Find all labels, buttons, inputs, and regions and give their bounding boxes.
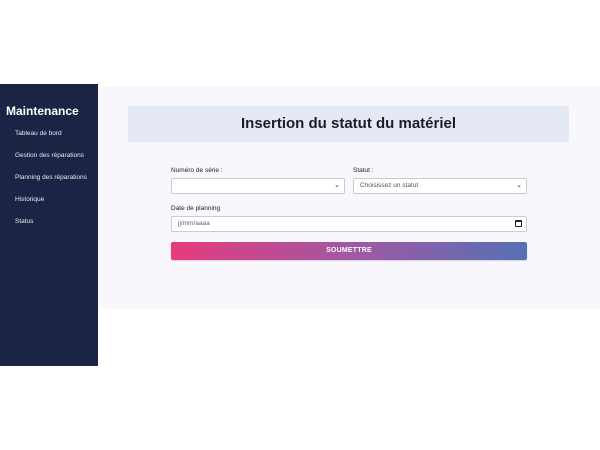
main-content: Insertion du statut du matériel Numéro d… <box>98 87 600 309</box>
page-title: Insertion du statut du matériel <box>240 115 457 132</box>
planning-date-placeholder: jj/mm/aaaa <box>178 220 210 227</box>
planning-date-label: Date de planning <box>171 205 221 212</box>
sidebar: Maintenance Tableau de bord Gestion des … <box>0 84 98 366</box>
serial-number-label: Numéro de série : <box>171 167 223 174</box>
chevron-down-icon: ⌄ <box>516 182 522 189</box>
sidebar-item-gestion-reparations[interactable]: Gestion des réparations <box>15 152 87 174</box>
sidebar-title: Maintenance <box>6 104 79 118</box>
status-select[interactable]: Choisissez un statut ⌄ <box>353 178 527 194</box>
status-select-value: Choisissez un statut <box>360 182 419 189</box>
sidebar-nav: Tableau de bord Gestion des réparations … <box>15 130 87 240</box>
chevron-down-icon: ⌄ <box>334 182 340 189</box>
submit-button[interactable]: SOUMETTRE <box>171 242 527 260</box>
sidebar-item-planning-reparations[interactable]: Planning des réparations <box>15 174 87 196</box>
serial-number-select[interactable]: ⌄ <box>171 178 345 194</box>
calendar-icon[interactable] <box>515 220 522 227</box>
status-label: Statut : <box>353 167 374 174</box>
page-header: Insertion du statut du matériel <box>128 106 569 142</box>
planning-date-input[interactable]: jj/mm/aaaa <box>171 216 527 232</box>
sidebar-item-tableau-de-bord[interactable]: Tableau de bord <box>15 130 87 152</box>
sidebar-item-historique[interactable]: Historique <box>15 196 87 218</box>
sidebar-item-status[interactable]: Status <box>15 218 87 240</box>
